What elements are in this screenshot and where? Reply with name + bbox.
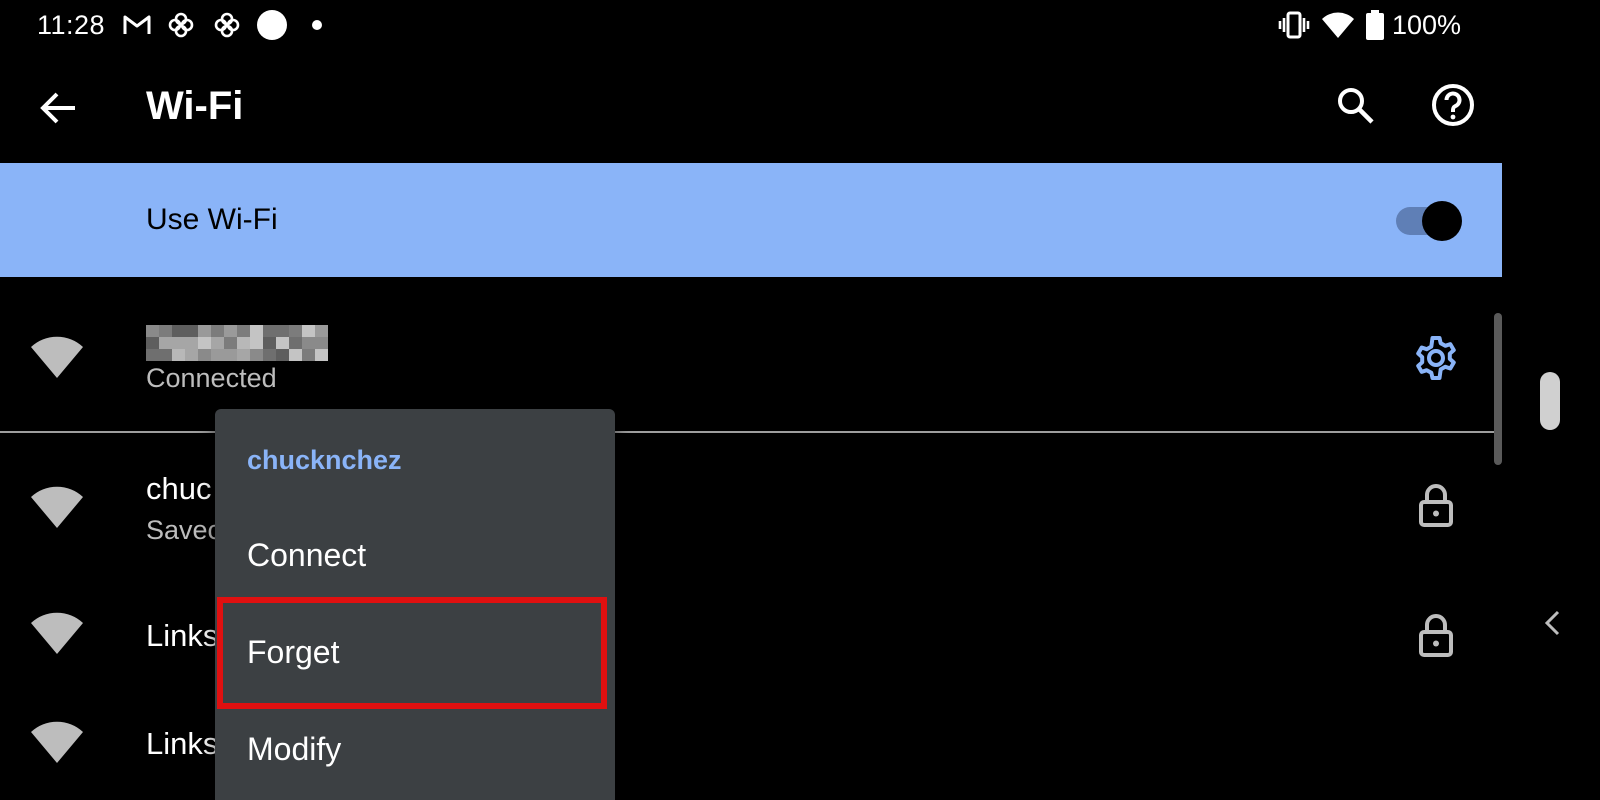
wifi-signal-icon: [31, 486, 83, 528]
vibrate-icon: [1278, 10, 1310, 40]
redacted-network-name: [146, 325, 328, 361]
battery-icon: [1364, 10, 1386, 40]
lock-icon: [1412, 611, 1460, 659]
gear-icon: [1416, 336, 1456, 380]
wifi-signal-icon: [31, 336, 83, 378]
network-settings-button[interactable]: [1412, 334, 1460, 382]
battery-percentage: 100%: [1392, 10, 1462, 40]
arrow-left-icon: [40, 92, 75, 124]
side-scroll-handle[interactable]: [1540, 372, 1560, 430]
menu-title: chucknchez: [247, 445, 402, 475]
network-name: Links: [146, 618, 219, 653]
wifi-settings-screen: 11:28 100% Wi-Fi Use Wi-Fi Connected chu…: [0, 0, 1600, 800]
menu-item-forget[interactable]: Forget: [215, 606, 615, 702]
page-title: Wi-Fi: [146, 84, 244, 128]
search-button[interactable]: [1330, 80, 1380, 130]
circle-icon: [256, 10, 288, 40]
network-name: chuc: [146, 471, 212, 506]
menu-item-label: Modify: [247, 731, 342, 767]
help-circle-icon: [1432, 84, 1474, 126]
network-context-menu: chucknchez Connect Forget Modify: [215, 409, 615, 800]
menu-item-connect[interactable]: Connect: [215, 509, 615, 605]
menu-item-label: Forget: [247, 634, 340, 670]
wifi-signal-icon: [31, 721, 83, 763]
chevron-left-icon[interactable]: [1540, 608, 1564, 638]
app-bar: Wi-Fi: [0, 60, 1500, 160]
help-button[interactable]: [1428, 80, 1478, 130]
status-bar: 11:28 100%: [0, 0, 1500, 50]
lock-icon: [1412, 481, 1460, 529]
menu-item-label: Connect: [247, 537, 367, 573]
network-name: Links: [146, 726, 219, 761]
wifi-icon: [1320, 10, 1356, 40]
dot-icon: [310, 10, 324, 40]
menu-item-modify[interactable]: Modify: [215, 703, 615, 799]
use-wifi-label: Use Wi-Fi: [146, 203, 278, 236]
pinwheel-icon: [166, 10, 196, 40]
use-wifi-toggle[interactable]: [1396, 201, 1462, 241]
gmail-icon: [122, 10, 152, 40]
status-time: 11:28: [37, 10, 106, 40]
network-status: Savec: [146, 515, 222, 545]
toggle-thumb: [1422, 201, 1462, 241]
list-scrollbar[interactable]: [1494, 313, 1502, 465]
back-button[interactable]: [32, 82, 84, 134]
wifi-signal-icon: [31, 612, 83, 654]
network-status: Connected: [146, 363, 277, 393]
pinwheel-icon: [212, 10, 242, 40]
use-wifi-bar[interactable]: Use Wi-Fi: [0, 163, 1502, 277]
search-icon: [1338, 88, 1374, 124]
